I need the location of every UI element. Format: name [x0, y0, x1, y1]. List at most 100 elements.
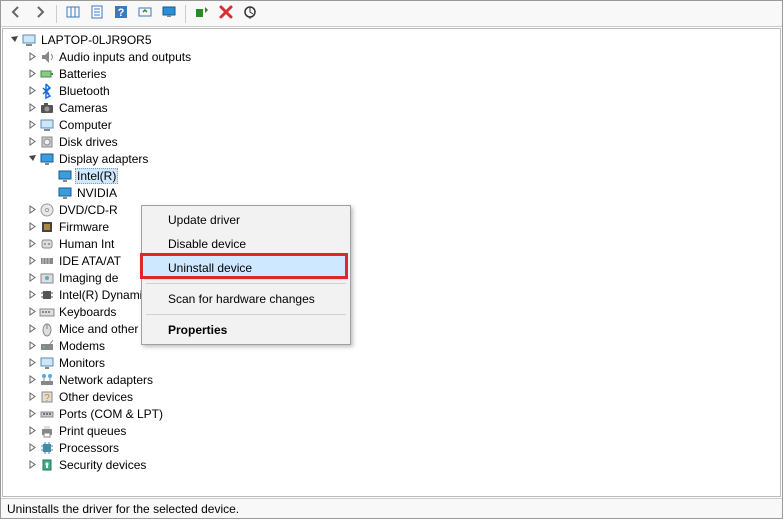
tree-node[interactable]: Monitors	[5, 354, 780, 371]
tree-node-label: Display adapters	[57, 152, 150, 166]
bluetooth-icon	[39, 83, 55, 99]
tree-node[interactable]: Firmware	[5, 218, 780, 235]
tree-node[interactable]: Batteries	[5, 65, 780, 82]
expand-icon[interactable]	[25, 271, 39, 285]
tree-node[interactable]: Mice and other pointing devices	[5, 320, 780, 337]
tree-node[interactable]: DVD/CD-R	[5, 201, 780, 218]
tree-node[interactable]: Processors	[5, 439, 780, 456]
tree-node-label: Audio inputs and outputs	[57, 50, 193, 64]
printer-icon	[39, 423, 55, 439]
tree-node-label: Print queues	[57, 424, 128, 438]
add-legacy-button[interactable]	[191, 3, 213, 25]
tree-node-label: IDE ATA/AT	[57, 254, 123, 268]
dvd-icon	[39, 202, 55, 218]
expand-icon[interactable]	[25, 390, 39, 404]
expand-icon[interactable]	[25, 237, 39, 251]
tree-node[interactable]: ?Other devices	[5, 388, 780, 405]
display-icon	[57, 168, 73, 184]
context-menu-item[interactable]: Scan for hardware changes	[144, 287, 348, 311]
camera-icon	[39, 100, 55, 116]
expand-icon[interactable]	[25, 288, 39, 302]
expand-icon[interactable]	[25, 50, 39, 64]
tree-node[interactable]: LAPTOP-0LJR9OR5	[5, 31, 780, 48]
tree-node-label: Keyboards	[57, 305, 118, 319]
tree-node-label: Batteries	[57, 67, 108, 81]
tree-node-label: Processors	[57, 441, 121, 455]
tree-node[interactable]: Disk drives	[5, 133, 780, 150]
imaging-icon	[39, 270, 55, 286]
tree-node[interactable]: Bluetooth	[5, 82, 780, 99]
expand-icon[interactable]	[25, 67, 39, 81]
expand-icon[interactable]	[25, 322, 39, 336]
expand-icon[interactable]	[25, 424, 39, 438]
tree-node[interactable]: Intel(R) Dynamic Platform and Thermal Fr…	[5, 286, 780, 303]
context-menu-separator	[146, 314, 346, 315]
expand-icon[interactable]	[25, 135, 39, 149]
tree-node[interactable]: Intel(R)	[5, 167, 780, 184]
monitor-icon	[39, 355, 55, 371]
other-icon: ?	[39, 389, 55, 405]
expand-icon[interactable]	[25, 305, 39, 319]
tree-node[interactable]: Keyboards	[5, 303, 780, 320]
expand-icon[interactable]	[25, 118, 39, 132]
disk-icon	[39, 134, 55, 150]
tree-node-label: Modems	[57, 339, 107, 353]
expand-icon[interactable]	[25, 339, 39, 353]
scan-button[interactable]	[239, 3, 261, 25]
context-menu-item[interactable]: Uninstall device	[144, 256, 348, 280]
tree-node[interactable]: Print queues	[5, 422, 780, 439]
expand-icon[interactable]	[25, 101, 39, 115]
tree-node[interactable]: Audio inputs and outputs	[5, 48, 780, 65]
properties-icon	[90, 5, 104, 22]
tree-node-label: Other devices	[57, 390, 135, 404]
status-text: Uninstalls the driver for the selected d…	[7, 502, 239, 516]
expand-icon[interactable]	[25, 84, 39, 98]
tree-node-label: Imaging de	[57, 271, 120, 285]
tree-node[interactable]: Human Int	[5, 235, 780, 252]
context-menu-item[interactable]: Disable device	[144, 232, 348, 256]
computer-icon	[39, 117, 55, 133]
ide-icon	[39, 253, 55, 269]
tree-node[interactable]: Cameras	[5, 99, 780, 116]
expand-icon[interactable]	[25, 373, 39, 387]
tree-node[interactable]: Display adapters	[5, 150, 780, 167]
mouse-icon	[39, 321, 55, 337]
expand-icon[interactable]	[25, 458, 39, 472]
expand-icon[interactable]	[25, 441, 39, 455]
context-menu-separator	[146, 283, 346, 284]
tree-node[interactable]: Computer	[5, 116, 780, 133]
show-hidden-button[interactable]	[62, 3, 84, 25]
toolbar-separator	[185, 5, 186, 23]
context-menu-item[interactable]: Properties	[144, 318, 348, 342]
keyboard-icon	[39, 304, 55, 320]
tree-node[interactable]: IDE ATA/AT	[5, 252, 780, 269]
tree-node[interactable]: Imaging de	[5, 269, 780, 286]
tree-node[interactable]: Network adapters	[5, 371, 780, 388]
expand-icon[interactable]	[25, 254, 39, 268]
collapse-icon[interactable]	[25, 152, 39, 166]
tree-node[interactable]: NVIDIA	[5, 184, 780, 201]
modem-icon	[39, 338, 55, 354]
tree-node[interactable]: Ports (COM & LPT)	[5, 405, 780, 422]
expand-icon[interactable]	[25, 356, 39, 370]
collapse-icon[interactable]	[7, 33, 21, 47]
device-tree[interactable]: LAPTOP-0LJR9OR5 Audio inputs and outputs B…	[3, 29, 780, 496]
tree-node-label: Disk drives	[57, 135, 120, 149]
context-menu-item[interactable]: Update driver	[144, 208, 348, 232]
forward-button[interactable]	[29, 3, 51, 25]
update-driver-button[interactable]	[134, 3, 156, 25]
expand-icon[interactable]	[25, 203, 39, 217]
tree-node[interactable]: Modems	[5, 337, 780, 354]
uninstall-button[interactable]	[215, 3, 237, 25]
back-button[interactable]	[5, 3, 27, 25]
properties-button[interactable]	[86, 3, 108, 25]
tree-node-label: NVIDIA	[75, 186, 119, 200]
help-button[interactable]: ?	[110, 3, 132, 25]
battery-icon	[39, 66, 55, 82]
back-icon	[9, 5, 23, 22]
expand-icon[interactable]	[25, 220, 39, 234]
expand-icon[interactable]	[25, 407, 39, 421]
tree-node[interactable]: Security devices	[5, 456, 780, 473]
tree-node-label: Bluetooth	[57, 84, 112, 98]
monitor-button[interactable]	[158, 3, 180, 25]
